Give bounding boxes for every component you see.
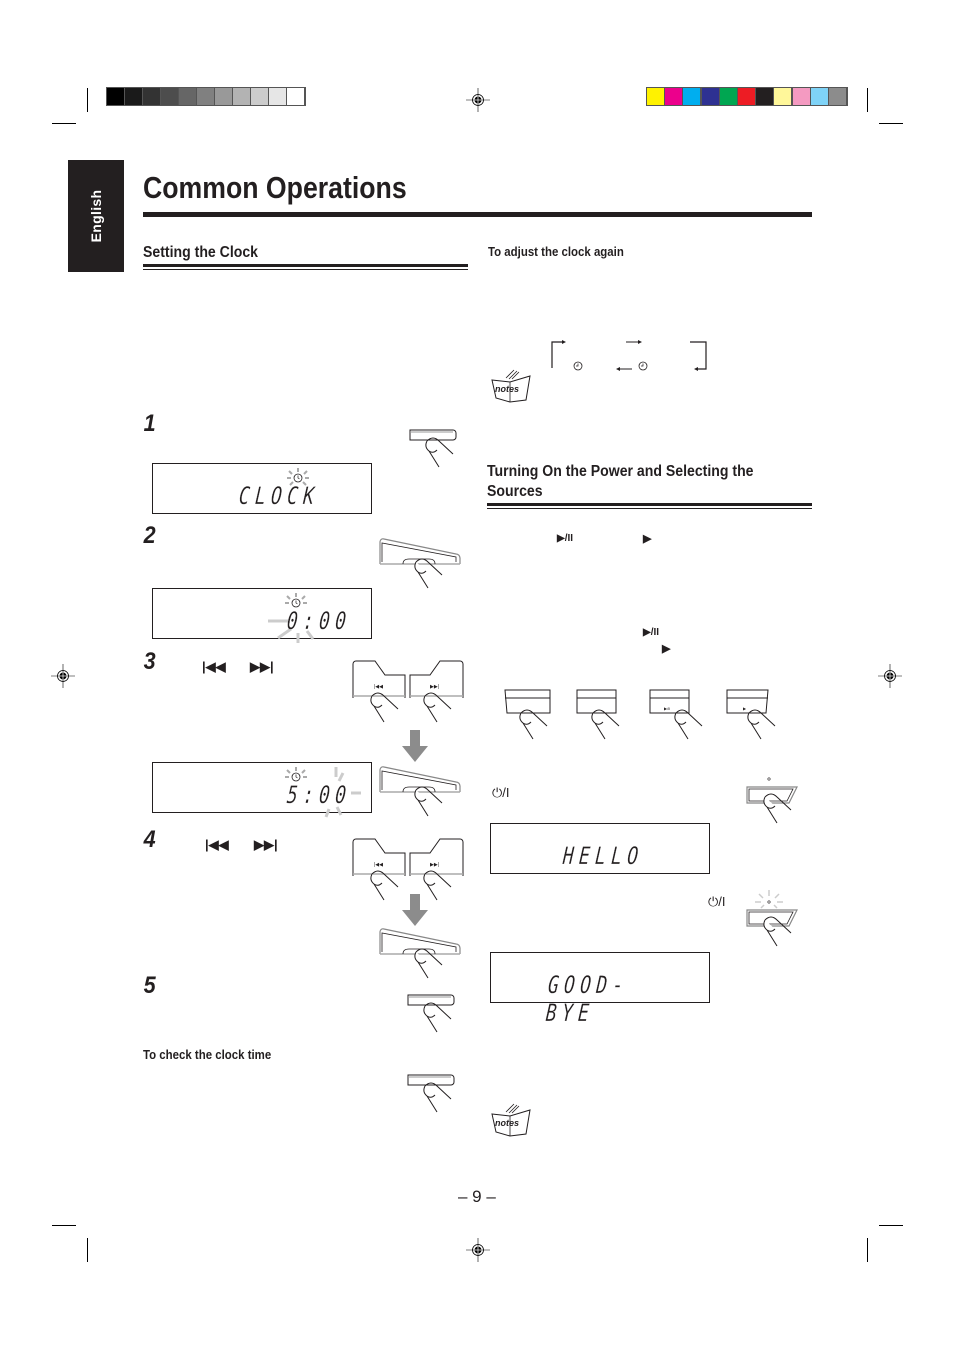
calibration-swatch	[233, 88, 250, 105]
calibration-swatch	[756, 88, 774, 105]
calibration-swatch	[774, 88, 792, 105]
calibration-swatch	[647, 88, 664, 105]
crop-mark	[87, 1238, 88, 1262]
crop-mark	[879, 123, 903, 124]
notes-label: notes	[495, 384, 519, 394]
clock-button-press-icon	[407, 994, 455, 1033]
calibration-swatch	[197, 88, 214, 105]
play-symbol: ▶	[662, 643, 671, 655]
set-button-press-icon	[379, 766, 461, 817]
calibration-swatch	[179, 88, 196, 105]
section-title-line: Turning On the Power and Selecting the	[487, 463, 754, 480]
subheading-check-clock: To check the clock time	[143, 1047, 272, 1062]
crop-mark	[87, 88, 88, 112]
step-number: 5	[143, 972, 156, 999]
notes-icon: notes	[491, 369, 531, 403]
calibration-swatch	[269, 88, 286, 105]
crop-mark	[52, 123, 76, 124]
calibration-swatch	[143, 88, 160, 105]
language-label: English	[88, 189, 104, 243]
next-button-symbol: ▶▶|	[254, 837, 278, 852]
calibration-swatch	[738, 88, 755, 105]
page-number: – 9 –	[458, 1187, 496, 1206]
lcd-display-hello: HELLO	[490, 823, 710, 874]
calibration-swatch	[287, 88, 304, 105]
calibration-swatch	[792, 88, 810, 105]
next-button-symbol: ▶▶|	[250, 659, 274, 674]
language-tab: English	[68, 160, 124, 272]
power-symbol: ⏻/I	[492, 785, 510, 800]
lcd-display-time-set: 5:00	[152, 762, 372, 818]
step-number: 1	[143, 410, 156, 437]
clock-button-press-icon	[409, 429, 457, 468]
lcd-text: HELLO	[561, 842, 645, 870]
previous-button-symbol: |◀◀	[202, 659, 226, 674]
crop-mark	[52, 1225, 76, 1226]
lcd-text: CLOCK	[237, 482, 321, 510]
svg-text:▶▶|: ▶▶|	[430, 684, 439, 690]
play-symbol: ▶	[643, 533, 652, 545]
calibration-swatch	[161, 88, 178, 105]
section-title-power-sources: Turning On the Power and Selecting the S…	[487, 462, 754, 502]
svg-text:|◀◀: |◀◀	[374, 684, 383, 690]
crop-mark	[867, 88, 868, 112]
calibration-swatch	[810, 88, 828, 105]
calibration-swatch	[251, 88, 268, 105]
notes-label: notes	[495, 1118, 519, 1128]
section-title-line: Sources	[487, 483, 543, 500]
lcd-display-time-zero: 0:00	[152, 588, 372, 643]
calibration-swatch	[719, 88, 737, 105]
section-title-setting-clock: Setting the Clock	[143, 244, 259, 261]
play-pause-symbol: ▶/II	[643, 627, 660, 638]
section-rule	[143, 269, 468, 270]
calibration-swatch	[215, 88, 232, 105]
calibration-swatch	[665, 88, 683, 105]
title-rule	[143, 212, 812, 217]
power-button-blinking-press-icon	[746, 890, 798, 947]
calibration-swatch	[683, 88, 701, 105]
lcd-text: GOOD-BYE	[544, 971, 630, 1027]
previous-button-symbol: |◀◀	[205, 837, 229, 852]
down-arrow-icon	[402, 730, 428, 762]
power-button-press-icon	[746, 777, 798, 824]
lcd-text: 0:00	[285, 607, 353, 635]
clock-mode-cycle-diagram	[551, 340, 707, 371]
registration-target-icon	[466, 1238, 490, 1262]
step-number: 2	[143, 522, 156, 549]
set-button-press-icon	[379, 538, 461, 589]
set-button-press-icon	[379, 928, 461, 979]
lcd-display-goodbye: GOOD-BYE	[490, 952, 710, 1027]
subheading-adjust-clock: To adjust the clock again	[488, 244, 624, 259]
lcd-display-clock: CLOCK	[152, 463, 372, 514]
registration-target-icon	[51, 664, 75, 688]
svg-text:|◀◀: |◀◀	[374, 862, 383, 868]
source-buttons-press-icon: ▶/II ▶	[504, 689, 776, 740]
prev-next-buttons-press-icon: |◀◀ ▶▶|	[352, 660, 464, 723]
section-rule	[143, 264, 468, 267]
clock-button-press-icon	[407, 1074, 455, 1113]
notes-icon: notes	[491, 1103, 531, 1137]
crop-mark	[879, 1225, 903, 1226]
calibration-swatch	[829, 88, 846, 105]
step-number: 3	[143, 648, 156, 675]
svg-text:▶/II: ▶/II	[664, 706, 670, 711]
calibration-swatch	[107, 88, 124, 105]
lcd-text: 5:00	[285, 781, 353, 809]
registration-target-icon	[878, 664, 902, 688]
step-number: 4	[143, 826, 156, 853]
play-pause-symbol: ▶/II	[557, 533, 574, 544]
svg-text:▶▶|: ▶▶|	[430, 862, 439, 868]
crop-mark	[867, 1238, 868, 1262]
down-arrow-icon	[402, 894, 428, 926]
section-rule	[487, 503, 812, 506]
registration-target-icon	[466, 88, 490, 112]
section-rule	[487, 508, 812, 509]
power-symbol: ⏻/I	[708, 894, 726, 909]
calibration-swatch	[701, 88, 719, 105]
calibration-swatch	[125, 88, 142, 105]
page-title: Common Operations	[143, 170, 407, 205]
